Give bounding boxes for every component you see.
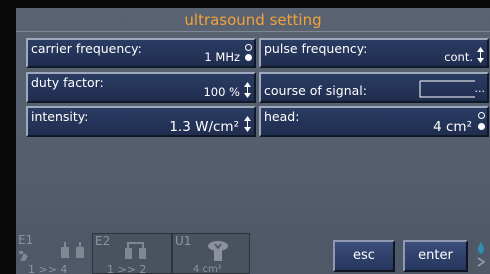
head-value: 4 cm² — [433, 119, 472, 135]
enter-button[interactable]: enter — [403, 240, 468, 272]
pulse-frequency-label: pulse frequency: — [264, 41, 368, 56]
carrier-frequency-field[interactable]: carrier frequency: 1 MHz — [26, 38, 256, 68]
option-empty-dot-icon — [478, 112, 485, 119]
course-of-signal-label: course of signal: — [264, 83, 367, 98]
program-slot-e1[interactable]: E1 1 >> 4 — [16, 233, 92, 274]
up-down-arrows-icon — [244, 116, 251, 132]
slot-e2-label: E2 — [95, 234, 111, 248]
duty-factor-field[interactable]: duty factor: 100 % — [26, 72, 256, 103]
slot-e1-sub: 1 >> 4 — [28, 263, 68, 274]
program-slot-e2[interactable]: E2 1 >> 2 — [92, 233, 172, 274]
slot-u1-label: U1 — [175, 234, 192, 248]
electrodes-icon — [125, 242, 146, 259]
program-slot-u1[interactable]: U1 4 cm² — [172, 233, 250, 274]
up-down-arrows-icon — [477, 47, 484, 63]
intensity-field[interactable]: intensity: 1.3 W/cm² — [26, 106, 256, 137]
carrier-frequency-label: carrier frequency: — [31, 41, 142, 56]
course-of-signal-field[interactable]: course of signal: ... — [259, 72, 489, 103]
electrodes-icon — [61, 242, 84, 258]
left-margin — [0, 0, 16, 274]
intensity-value: 1.3 W/cm² — [169, 119, 239, 135]
slot-u1-sub: 4 cm² — [193, 264, 222, 274]
page-title: ultrasound setting — [184, 11, 322, 29]
tool-icon — [19, 251, 28, 261]
duty-factor-value: 100 % — [203, 85, 240, 99]
option-empty-dot-icon — [245, 44, 252, 51]
carrier-frequency-value: 1 MHz — [204, 50, 240, 64]
duty-factor-label: duty factor: — [31, 75, 104, 90]
option-selected-dot-icon — [478, 123, 485, 130]
course-of-signal-value: ... — [474, 82, 486, 95]
signal-waveform-icon — [419, 80, 475, 98]
head-label: head: — [264, 109, 300, 124]
water-drop-icon — [477, 242, 486, 267]
title-divider — [16, 31, 490, 32]
pulse-frequency-field[interactable]: pulse frequency: cont. — [259, 38, 489, 68]
option-selected-dot-icon — [245, 54, 252, 61]
head-field[interactable]: head: 4 cm² — [259, 106, 489, 137]
pulse-frequency-value: cont. — [444, 50, 473, 64]
esc-button[interactable]: esc — [333, 240, 395, 272]
intensity-label: intensity: — [31, 109, 89, 124]
up-down-arrows-icon — [244, 82, 251, 98]
slot-e2-sub: 1 >> 2 — [107, 263, 147, 274]
ultrasound-head-icon — [208, 241, 228, 261]
slot-e1-label: E1 — [18, 233, 34, 247]
top-margin — [0, 0, 490, 8]
